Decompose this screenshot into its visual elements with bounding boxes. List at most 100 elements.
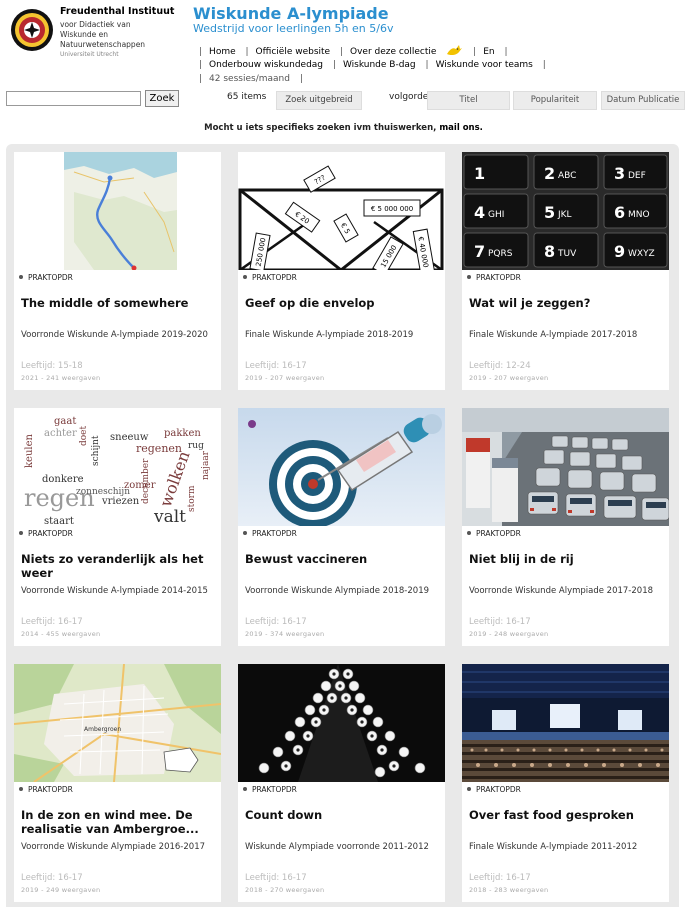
- svg-text:najaar: najaar: [201, 450, 211, 480]
- sort-label: volgorde: [389, 92, 429, 102]
- sessions-per-month: 42 sessies/maand: [209, 74, 290, 84]
- nav-row: | 42 sessies/maand |: [199, 74, 303, 84]
- card-round: Finale Wiskunde A-lympiade 2011-2012: [469, 842, 638, 852]
- svg-text:2: 2: [544, 164, 555, 183]
- result-card[interactable]: PRAKTOPDR Over fast food gesproken Final…: [462, 664, 669, 902]
- card-tag: PRAKTOPDR: [252, 529, 297, 538]
- bullet-icon: [467, 275, 471, 279]
- result-card[interactable]: gaat achter keulen doet sneeuw pakken re…: [14, 408, 221, 646]
- nav-official-website[interactable]: Officiële website: [256, 47, 331, 57]
- card-tag: PRAKTOPDR: [476, 785, 521, 794]
- nav-onderbouw-wiskundedag[interactable]: Onderbouw wiskundedag: [209, 60, 323, 70]
- card-tag: PRAKTOPDR: [476, 529, 521, 538]
- bullet-icon: [243, 275, 247, 279]
- result-card[interactable]: PRAKTOPDR Bewust vaccineren Voorronde Wi…: [238, 408, 445, 646]
- result-card[interactable]: Ambergroen PRAKTOPDR In de zon en wind m…: [14, 664, 221, 902]
- vaccine-target-image: [238, 408, 445, 526]
- card-meta: 2014 - 455 weergaven: [21, 630, 101, 638]
- nav-english[interactable]: En: [483, 47, 494, 57]
- svg-text:JKL: JKL: [557, 210, 572, 220]
- svg-text:TUV: TUV: [557, 249, 577, 259]
- svg-text:Ambergroen: Ambergroen: [84, 726, 121, 733]
- card-title[interactable]: Over fast food gesproken: [469, 808, 665, 822]
- card-age: Leeftijd: 16-17: [21, 873, 83, 883]
- svg-text:doet: doet: [79, 425, 89, 446]
- card-round: Voorronde Wiskunde Alympiade 2016-2017: [21, 842, 206, 852]
- keypad-image: 1 2 3 4 5 6 7 8 9 ABC DEF GHI JKL MNO PQ…: [462, 152, 669, 270]
- nav-row: | Onderbouw wiskundedag | Wiskunde B-dag |…: [199, 60, 546, 70]
- card-round: Wiskunde Alympiade voorronde 2011-2012: [245, 842, 429, 852]
- nav-about-collection[interactable]: Over deze collectie: [350, 47, 436, 57]
- svg-text:gaat: gaat: [54, 416, 76, 427]
- svg-text:storm: storm: [187, 485, 197, 512]
- search-button[interactable]: Zoek: [145, 90, 179, 107]
- site-title[interactable]: Wiskunde A-lympiade: [193, 4, 389, 24]
- sort-popularity-button[interactable]: Populariteit: [513, 91, 597, 110]
- card-round: Voorronde Wiskunde Alympiade 2018-2019: [245, 586, 430, 596]
- advanced-search-button[interactable]: Zoek uitgebreid: [276, 91, 362, 110]
- card-tag: PRAKTOPDR: [252, 273, 297, 282]
- card-age: Leeftijd: 12-24: [469, 361, 531, 371]
- nav-wiskunde-b-dag[interactable]: Wiskunde B-dag: [343, 60, 416, 70]
- result-card[interactable]: PRAKTOPDR Niet blij in de rij Voorronde …: [462, 408, 669, 646]
- info-text: Mocht u iets specifieks zoeken ivm thuis…: [204, 123, 437, 133]
- svg-text:ABC: ABC: [558, 171, 576, 181]
- card-meta: 2018 - 283 weergaven: [469, 886, 549, 894]
- svg-text:8: 8: [544, 242, 555, 261]
- result-card[interactable]: 1 2 3 4 5 6 7 8 9 ABC DEF GHI JKL MNO PQ…: [462, 152, 669, 390]
- envelope-image: ??? € 20 € 5 000 000 € 5 250 000 € 40 00…: [238, 152, 445, 270]
- card-title[interactable]: The middle of somewhere: [21, 296, 217, 310]
- card-title[interactable]: Count down: [245, 808, 441, 822]
- card-title[interactable]: Niets zo veranderlijk als het weer: [21, 552, 217, 580]
- card-age: Leeftijd: 16-17: [245, 361, 307, 371]
- university-seal-logo: [11, 9, 53, 51]
- card-title[interactable]: Geef op die envelop: [245, 296, 441, 310]
- card-age: Leeftijd: 16-17: [469, 617, 531, 627]
- svg-text:DEF: DEF: [628, 171, 646, 181]
- svg-text:vriezen: vriezen: [101, 496, 140, 507]
- nav-wiskunde-voor-teams[interactable]: Wiskunde voor teams: [436, 60, 533, 70]
- institute-name: Freudenthal Instituut: [60, 6, 175, 17]
- svg-text:december: december: [141, 458, 151, 504]
- svg-text:keulen: keulen: [24, 433, 35, 468]
- svg-text:valt: valt: [153, 507, 186, 526]
- bullet-icon: [467, 787, 471, 791]
- svg-text:achter: achter: [44, 428, 77, 439]
- mail-link[interactable]: mail ons.: [439, 123, 483, 133]
- card-age: Leeftijd: 16-17: [245, 617, 307, 627]
- svg-text:7: 7: [474, 242, 485, 261]
- card-round: Finale Wiskunde A-lympiade 2017-2018: [469, 330, 638, 340]
- bullet-icon: [243, 531, 247, 535]
- svg-text:staart: staart: [44, 516, 74, 526]
- institute-block: Freudenthal Instituut voor Didactiek van…: [60, 6, 185, 59]
- word-cloud-image: gaat achter keulen doet sneeuw pakken re…: [14, 408, 221, 526]
- bullet-icon: [19, 787, 23, 791]
- card-meta: 2018 - 270 weergaven: [245, 886, 325, 894]
- result-card[interactable]: ??? € 20 € 5 000 000 € 5 250 000 € 40 00…: [238, 152, 445, 390]
- animal-mascot-icon: [447, 45, 463, 56]
- card-tag: PRAKTOPDR: [28, 273, 73, 282]
- university-name: Universiteit Utrecht: [60, 51, 119, 58]
- result-card[interactable]: PRAKTOPDR The middle of somewhere Voorro…: [14, 152, 221, 390]
- nav-row: | Home | Officiële website | Over deze coll…: [199, 43, 515, 59]
- card-tag: PRAKTOPDR: [252, 785, 297, 794]
- svg-text:MNO: MNO: [628, 210, 650, 220]
- svg-text:PQRS: PQRS: [488, 249, 513, 259]
- search-input[interactable]: [6, 91, 141, 106]
- nav-home[interactable]: Home: [209, 47, 236, 57]
- card-title[interactable]: In de zon en wind mee. De realisatie van…: [21, 808, 217, 836]
- card-meta: 2019 - 207 weergaven: [469, 374, 549, 382]
- svg-text:rug: rug: [188, 441, 204, 451]
- card-age: Leeftijd: 16-17: [21, 617, 83, 627]
- card-title[interactable]: Niet blij in de rij: [469, 552, 665, 566]
- card-tag: PRAKTOPDR: [28, 785, 73, 794]
- card-title[interactable]: Bewust vaccineren: [245, 552, 441, 566]
- card-title[interactable]: Wat wil je zeggen?: [469, 296, 665, 310]
- svg-text:WXYZ: WXYZ: [628, 249, 655, 259]
- card-round: Voorronde Wiskunde Alympiade 2017-2018: [469, 586, 654, 596]
- card-round: Voorronde Wiskunde A-lympiade 2014-2015: [21, 586, 208, 596]
- svg-text:1: 1: [474, 164, 485, 183]
- sort-title-button[interactable]: Titel: [427, 91, 510, 110]
- sort-date-button[interactable]: Datum Publicatie: [601, 91, 685, 110]
- result-card[interactable]: PRAKTOPDR Count down Wiskunde Alympiade …: [238, 664, 445, 902]
